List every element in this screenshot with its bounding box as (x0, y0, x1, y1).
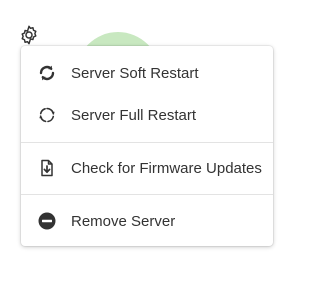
screen: Server Soft Restart Server Full Restart … (0, 0, 300, 285)
menu-item-full-restart[interactable]: Server Full Restart (21, 94, 273, 136)
menu-item-label: Server Soft Restart (71, 64, 199, 82)
menu-item-remove-server[interactable]: Remove Server (21, 200, 273, 242)
menu-divider (21, 194, 273, 195)
menu-item-firmware-updates[interactable]: Check for Firmware Updates (21, 147, 273, 189)
menu-item-label: Remove Server (71, 212, 176, 230)
gear-icon (21, 25, 37, 45)
remove-icon (38, 212, 56, 230)
settings-button[interactable] (18, 24, 40, 46)
menu-item-label: Server Full Restart (71, 106, 197, 124)
server-actions-menu: Server Soft Restart Server Full Restart … (21, 46, 273, 246)
menu-divider (21, 142, 273, 143)
soft-restart-icon (39, 65, 55, 81)
menu-item-soft-restart[interactable]: Server Soft Restart (21, 52, 273, 94)
firmware-update-icon (41, 159, 53, 177)
menu-item-label: Check for Firmware Updates (71, 159, 262, 177)
full-restart-icon (39, 107, 55, 123)
